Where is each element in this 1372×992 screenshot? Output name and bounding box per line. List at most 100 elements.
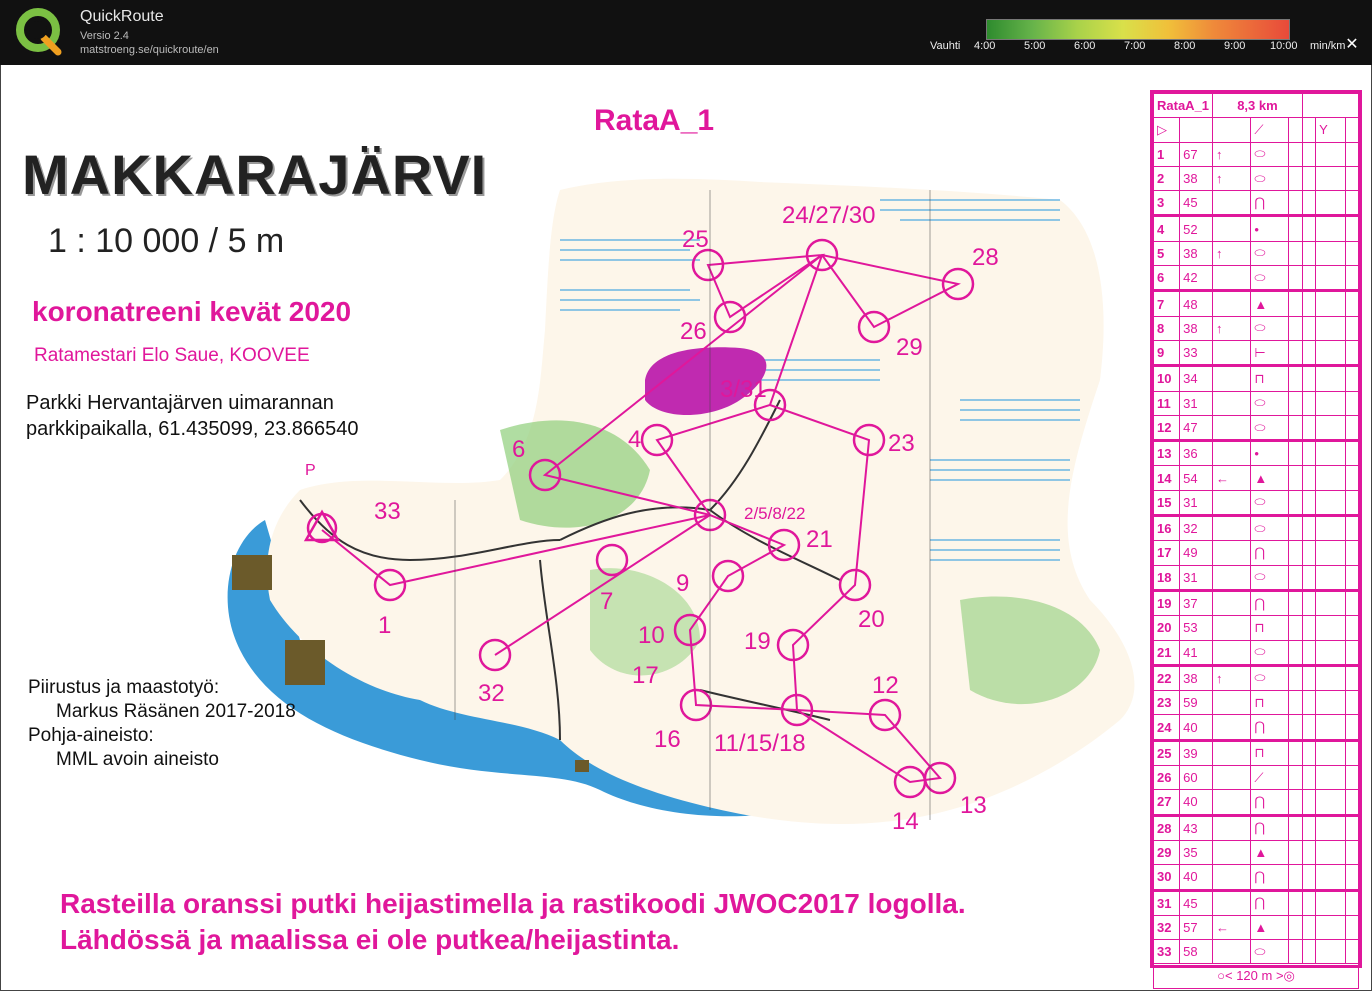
desc-empty [1288, 265, 1303, 292]
desc-control-code: 53 [1179, 615, 1214, 641]
desc-empty [1344, 690, 1360, 716]
desc-direction: ↑ [1212, 663, 1252, 692]
desc-control-number: 29 [1152, 839, 1181, 866]
desc-control-number: 3 [1152, 190, 1181, 217]
desc-control-number: 17 [1152, 540, 1181, 566]
desc-empty [1288, 315, 1303, 341]
desc-empty [1301, 939, 1317, 965]
desc-control-code: 31 [1179, 564, 1214, 591]
desc-direction [1212, 939, 1252, 965]
desc-empty [1315, 914, 1346, 941]
desc-empty [1288, 588, 1303, 617]
desc-empty [1288, 489, 1303, 517]
desc-empty [1315, 738, 1346, 767]
desc-empty [1301, 190, 1317, 217]
desc-empty [1315, 414, 1346, 442]
desc-row: 9 33 ⊢ [1152, 339, 1360, 367]
desc-control-number: 12 [1152, 414, 1181, 442]
desc-row: 5 38 ↑ ⬭ [1152, 240, 1360, 267]
desc-control-code: 37 [1179, 588, 1214, 617]
desc-row: 11 31 ⬭ [1152, 390, 1360, 416]
desc-row: 4 52 • [1152, 214, 1360, 242]
desc-control-code: 35 [1179, 839, 1214, 866]
desc-feature: ⊢ [1250, 339, 1290, 367]
desc-empty [1344, 839, 1360, 866]
desc-row: 3 45 ⋂ [1152, 190, 1360, 217]
desc-control-number: 13 [1152, 439, 1181, 467]
desc-row: 20 53 ⊓ [1152, 615, 1360, 641]
desc-row: 22 38 ↑ ⬭ [1152, 663, 1360, 692]
map-credits: Piirustus ja maastotyö: Markus Räsänen 2… [28, 676, 296, 772]
desc-empty [1315, 540, 1346, 566]
desc-empty [1315, 939, 1346, 965]
control-number: 10 [638, 622, 665, 649]
control-number: 3/31 [720, 376, 767, 403]
note-line: Rasteilla oranssi putki heijastimella ja… [60, 888, 966, 919]
credits-line: Markus Räsänen 2017-2018 [56, 701, 296, 722]
desc-control-code: 38 [1179, 165, 1214, 192]
control-number: 28 [972, 244, 999, 271]
desc-feature: ⬭ [1250, 414, 1290, 442]
control-number: 6 [512, 436, 526, 463]
desc-control-number: 10 [1152, 364, 1181, 392]
desc-direction [1212, 265, 1252, 292]
desc-empty [1288, 738, 1303, 767]
desc-direction [1212, 289, 1252, 317]
desc-empty [1288, 914, 1303, 941]
desc-direction [1212, 615, 1252, 641]
desc-feature: ⬭ [1250, 514, 1290, 542]
desc-control-number: 22 [1152, 663, 1181, 692]
desc-empty [1344, 663, 1360, 692]
credits-line: Piirustus ja maastotyö: [28, 677, 220, 698]
desc-feature: ⬭ [1250, 564, 1290, 591]
desc-empty [1301, 465, 1317, 491]
desc-empty [1315, 864, 1346, 891]
desc-empty [1344, 514, 1360, 542]
desc-row: 2 38 ↑ ⬭ [1152, 165, 1360, 192]
desc-row: 29 35 ▲ [1152, 839, 1360, 866]
desc-direction [1212, 489, 1252, 517]
desc-feature: • [1250, 214, 1290, 242]
desc-empty [1344, 738, 1360, 767]
desc-row: 16 32 ⬭ [1152, 514, 1360, 542]
course-note: Rasteilla oranssi putki heijastimella ja… [60, 886, 966, 958]
building [232, 555, 272, 590]
control-number: 11/15/18 [714, 730, 806, 757]
desc-feature: ⬭ [1250, 663, 1290, 692]
desc-row: 26 60 ⟋ [1152, 765, 1360, 791]
desc-empty [1288, 289, 1303, 317]
desc-direction [1212, 839, 1252, 866]
desc-row: 33 58 ⬭ [1152, 939, 1360, 965]
desc-empty [1315, 888, 1346, 916]
desc-control-number: 6 [1152, 265, 1181, 292]
desc-control-number: 9 [1152, 339, 1181, 367]
desc-direction [1212, 714, 1252, 741]
desc-empty [1301, 839, 1317, 866]
desc-empty [1315, 439, 1346, 467]
parking-line: Parkki Hervantajärven uimarannan [26, 392, 334, 414]
desc-length: 8,3 km [1212, 92, 1303, 119]
desc-empty [1315, 289, 1346, 317]
desc-empty [1315, 564, 1346, 591]
control-number: 12 [872, 672, 899, 699]
desc-empty [1344, 240, 1360, 267]
desc-control-number: 26 [1152, 765, 1181, 791]
control-number: 19 [744, 628, 771, 655]
desc-empty [1344, 364, 1360, 392]
desc-empty [1315, 214, 1346, 242]
desc-empty [1288, 864, 1303, 891]
map-title: MAKKARAJÄRVI [22, 143, 488, 206]
desc-control-number: 4 [1152, 214, 1181, 242]
desc-row: 8 38 ↑ ⬭ [1152, 315, 1360, 341]
desc-direction [1212, 789, 1252, 816]
desc-feature: ⬭ [1250, 390, 1290, 416]
desc-empty [1301, 240, 1317, 267]
desc-empty [1344, 564, 1360, 591]
desc-empty [1344, 639, 1360, 666]
control-number: 32 [478, 680, 505, 707]
desc-empty [1344, 489, 1360, 517]
desc-empty [1288, 564, 1303, 591]
desc-feature: ⊓ [1250, 690, 1290, 716]
desc-control-code: 45 [1179, 888, 1214, 916]
desc-feature: ⋂ [1250, 190, 1290, 217]
